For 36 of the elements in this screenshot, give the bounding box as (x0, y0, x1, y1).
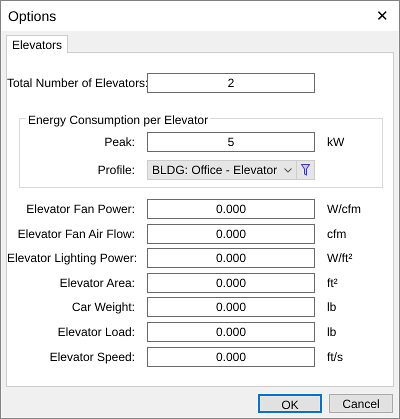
filter-icon (301, 164, 310, 176)
field-label: Total Number of Elevators: (7, 75, 147, 92)
unit-label: lb (327, 299, 336, 316)
filter-button[interactable] (297, 160, 315, 180)
caret-icon (284, 168, 292, 172)
field-label: Elevator Load: (56, 324, 136, 341)
unit-label: W/ft² (327, 250, 352, 268)
field-label: Elevator Fan Air Flow: (16, 226, 136, 243)
input-field[interactable]: 0.000 (147, 224, 315, 244)
tab[interactable]: Elevators (6, 35, 68, 53)
input-field[interactable]: 5 (147, 132, 315, 152)
close-button[interactable]: ✕ (376, 8, 389, 24)
unit-label: kW (327, 134, 344, 151)
input-field[interactable]: 0.000 (147, 297, 315, 318)
input-field[interactable]: 0.000 (147, 346, 315, 367)
unit-label: ft² (327, 274, 338, 292)
field-label: Car Weight: (70, 299, 136, 316)
field-label: Elevator Area: (58, 274, 136, 292)
unit-label: cfm (327, 226, 346, 243)
input-field[interactable]: 0.000 (147, 248, 315, 268)
dialog-button[interactable]: Cancel (329, 394, 393, 413)
profile-dropdown[interactable]: BLDG: Office - Elevator (147, 160, 297, 180)
field-label: Elevator Lighting Power: (7, 250, 138, 268)
window-title: Options (8, 6, 56, 26)
unit-label: ft/s (327, 348, 344, 366)
input-field[interactable]: 2 (147, 73, 315, 93)
field-label: Peak: (103, 134, 136, 151)
dialog-button[interactable]: OK (258, 394, 322, 413)
input-field[interactable]: 0.000 (147, 272, 315, 293)
input-field[interactable]: 0.000 (147, 199, 315, 219)
input-field[interactable]: 0.000 (147, 322, 315, 342)
unit-label: W/cfm (327, 201, 361, 218)
field-label: Profile: (96, 162, 136, 179)
unit-label: lb (327, 324, 336, 341)
field-label: Elevator Speed: (48, 348, 136, 366)
field-label: Elevator Fan Power: (25, 201, 136, 218)
